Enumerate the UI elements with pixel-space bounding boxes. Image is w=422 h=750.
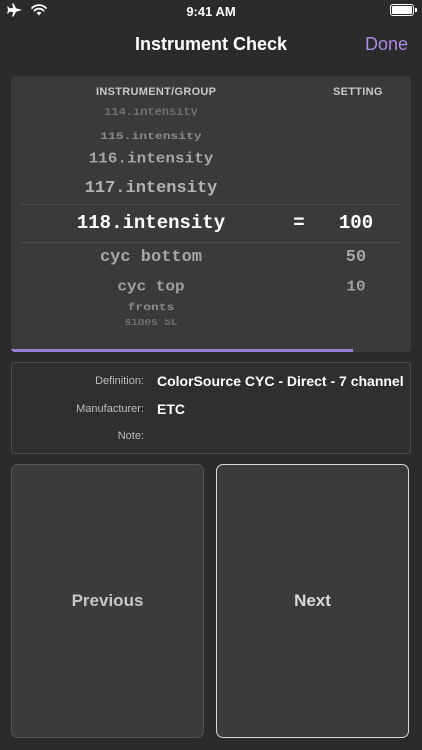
selection-line-top bbox=[21, 204, 401, 205]
picker-row-selected[interactable]: 118.intensity bbox=[31, 212, 271, 234]
previous-button[interactable]: Previous bbox=[11, 464, 204, 738]
battery-icon bbox=[390, 4, 417, 16]
picker-row[interactable]: cyc top bbox=[31, 279, 271, 295]
header-setting: SETTING bbox=[333, 86, 383, 98]
picker-row[interactable]: fronts bbox=[31, 302, 271, 313]
picker-row[interactable]: 114.intensity bbox=[31, 108, 271, 116]
status-bar: 9:41 AM bbox=[0, 0, 422, 22]
setting-row[interactable]: 10 bbox=[311, 279, 401, 295]
picker-row[interactable]: 116.intensity bbox=[31, 151, 271, 167]
picker-row[interactable]: 115.intensity bbox=[31, 131, 271, 142]
progress-fill bbox=[11, 349, 353, 352]
page-title: Instrument Check bbox=[134, 34, 288, 54]
setting-row[interactable]: 50 bbox=[311, 248, 401, 267]
definition-value: ColorSource CYC - Direct - 7 channel bbox=[157, 373, 404, 389]
status-right bbox=[390, 4, 417, 16]
status-time: 9:41 AM bbox=[186, 4, 236, 19]
nav-bar: Instrument Check Done bbox=[0, 22, 422, 66]
selection-line-bottom bbox=[21, 242, 401, 243]
progress-bar bbox=[11, 349, 411, 352]
manufacturer-value: ETC bbox=[157, 401, 185, 417]
header-instrument-group: INSTRUMENT/GROUP bbox=[96, 86, 217, 98]
done-button[interactable]: Done bbox=[365, 34, 408, 55]
picker-row[interactable]: cyc bottom bbox=[31, 248, 271, 267]
instrument-picker[interactable]: INSTRUMENT/GROUP SETTING 114.intensity 1… bbox=[11, 76, 411, 352]
note-label: Note: bbox=[117, 430, 144, 442]
picker-row[interactable]: sides SL bbox=[31, 319, 271, 325]
instrument-info: Definition: ColorSource CYC - Direct - 7… bbox=[11, 362, 411, 454]
next-button[interactable]: Next bbox=[216, 464, 409, 738]
equals-sign: = bbox=[293, 212, 305, 234]
setting-row-selected[interactable]: 100 bbox=[311, 212, 401, 234]
picker-row[interactable]: 117.intensity bbox=[31, 179, 271, 198]
manufacturer-label: Manufacturer: bbox=[76, 403, 144, 415]
definition-label: Definition: bbox=[95, 375, 144, 387]
